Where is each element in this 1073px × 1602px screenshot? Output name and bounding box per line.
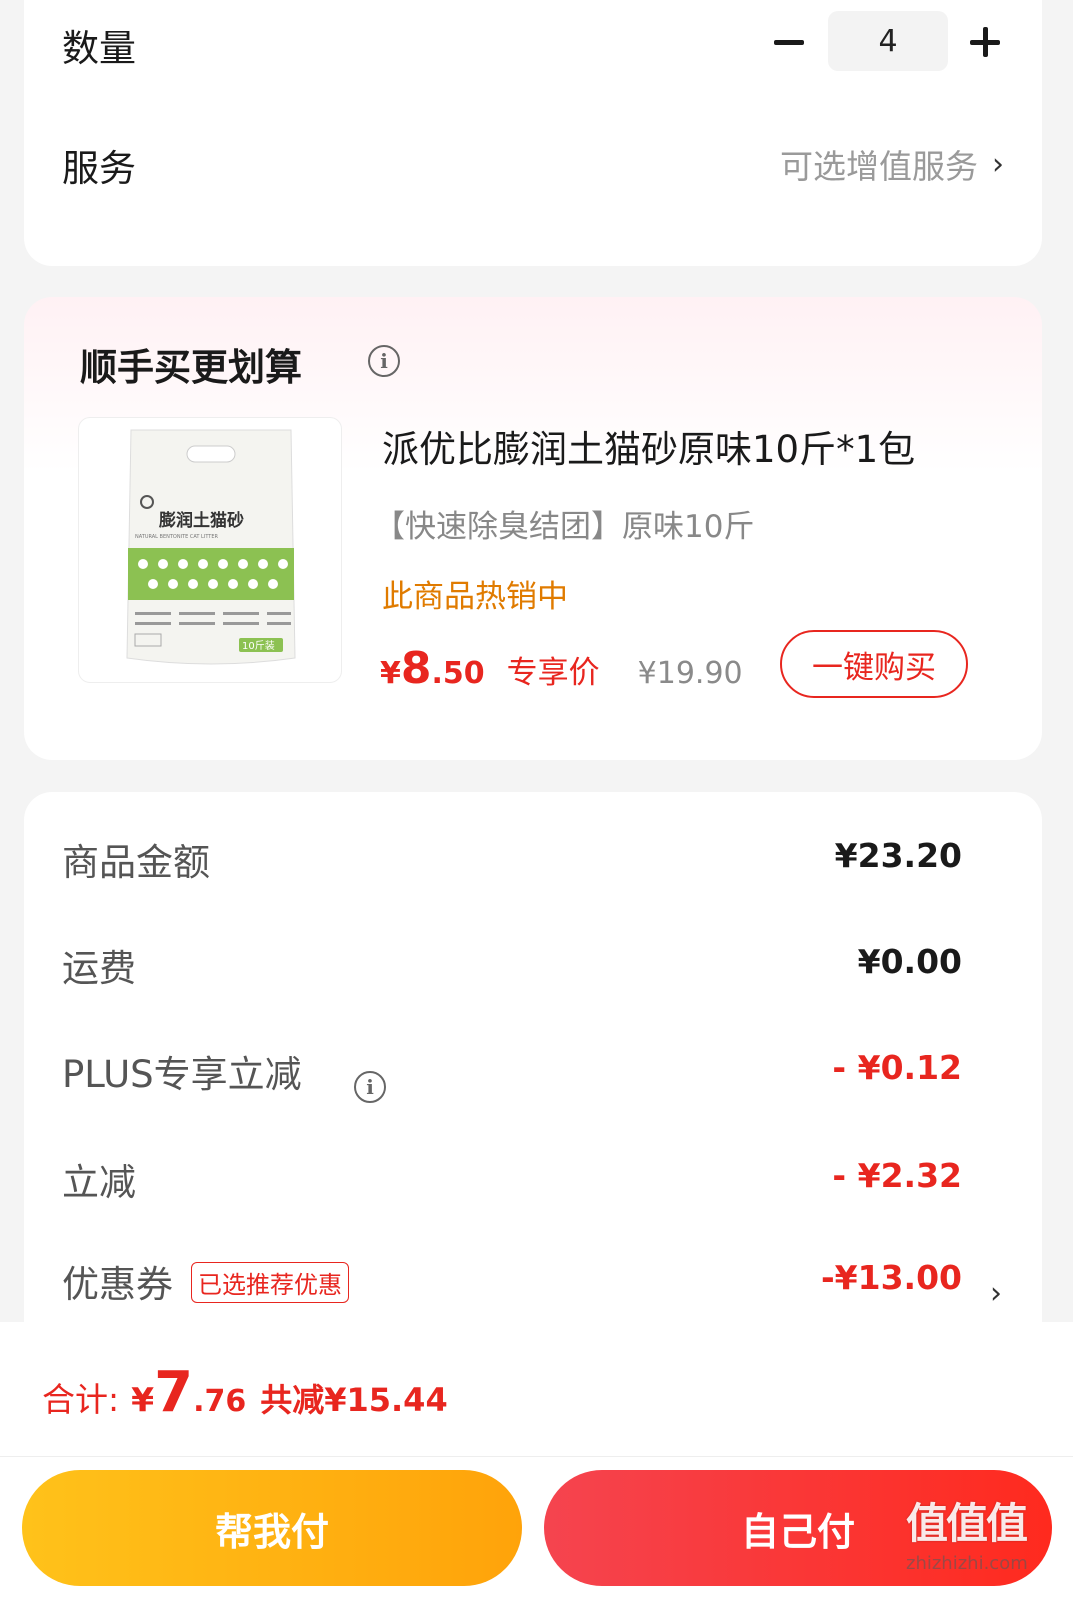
- thumb-title: 膨润土猫砂: [159, 510, 244, 531]
- shipping-value: ¥0.00: [857, 942, 962, 981]
- total-row: 合计: ¥ 7 .76 共减¥15.44: [42, 1360, 448, 1425]
- service-label: 服务: [62, 147, 136, 190]
- cat-litter-bag-image: 膨润土猫砂 NATURAL BENTONITE CAT LITTER 10斤装: [126, 429, 296, 665]
- quantity-label: 数量: [62, 27, 136, 70]
- instant-discount-value: - ¥2.32: [832, 1156, 962, 1195]
- info-icon[interactable]: i: [354, 1071, 386, 1103]
- instant-discount-label: 立减: [62, 1161, 136, 1204]
- thumb-subtitle: NATURAL BENTONITE CAT LITTER: [135, 534, 218, 540]
- total-saved: 共减¥15.44: [260, 1381, 448, 1419]
- pay-myself-button[interactable]: 自己付: [544, 1470, 1052, 1586]
- help-me-pay-button[interactable]: 帮我付: [22, 1470, 522, 1586]
- bundle-card: 顺手买更划算 i 膨润土猫砂 NATURAL BENTONITE CAT LIT…: [24, 297, 1042, 760]
- price-row: ¥ 8 .50 专享价 ¥19.90: [380, 643, 743, 694]
- coupon-value[interactable]: -¥13.00: [821, 1258, 962, 1297]
- subtotal-label: 商品金额: [62, 841, 210, 884]
- exclusive-price-tag: 专享价: [506, 655, 600, 691]
- coupon-label: 优惠券: [62, 1263, 173, 1306]
- one-click-buy-button[interactable]: 一键购买: [780, 630, 968, 698]
- quantity-service-card: 数量 4 服务 可选增值服务 ›: [24, 0, 1042, 266]
- price-integer: 8: [400, 643, 432, 694]
- total-currency: ¥: [131, 1380, 155, 1419]
- chevron-right-icon[interactable]: ›: [990, 1276, 1002, 1311]
- product-image[interactable]: 膨润土猫砂 NATURAL BENTONITE CAT LITTER 10斤装: [78, 417, 342, 683]
- subtotal-value: ¥23.20: [834, 836, 962, 875]
- checkout-bar: 合计: ¥ 7 .76 共减¥15.44 帮我付 自己付: [0, 1322, 1073, 1602]
- info-icon[interactable]: i: [368, 345, 400, 377]
- price-currency: ¥: [380, 656, 401, 691]
- plus-discount-label: PLUS专享立减: [62, 1053, 302, 1096]
- service-selector[interactable]: 可选增值服务 ›: [780, 140, 1004, 188]
- coupon-badge: 已选推荐优惠: [191, 1262, 349, 1303]
- bundle-title: 顺手买更划算: [80, 346, 302, 389]
- price-decimal: .50: [431, 656, 485, 691]
- product-name[interactable]: 派优比膨润土猫砂原味10斤*1包: [382, 419, 915, 473]
- service-hint: 可选增值服务: [780, 147, 978, 186]
- price-summary-card: 商品金额 ¥23.20 运费 ¥0.00 PLUS专享立减 i - ¥0.12 …: [24, 792, 1042, 1352]
- minus-icon[interactable]: [767, 20, 811, 64]
- coupon-row[interactable]: 优惠券 已选推荐优惠: [62, 1254, 349, 1308]
- plus-discount-value: - ¥0.12: [832, 1048, 962, 1087]
- total-decimal: .76: [193, 1384, 247, 1419]
- quantity-value[interactable]: 4: [828, 11, 948, 71]
- total-integer: 7: [154, 1360, 194, 1425]
- plus-icon[interactable]: [963, 20, 1007, 64]
- thumb-badge: 10斤装: [242, 639, 275, 652]
- shipping-label: 运费: [62, 947, 136, 990]
- divider: [0, 1456, 1073, 1457]
- original-price: ¥19.90: [637, 656, 743, 691]
- chevron-right-icon: ›: [992, 146, 1004, 182]
- product-spec: 【快速除臭结团】原味10斤: [374, 509, 755, 545]
- total-label: 合计:: [42, 1380, 120, 1419]
- hot-sale-tag: 此商品热销中: [382, 579, 568, 615]
